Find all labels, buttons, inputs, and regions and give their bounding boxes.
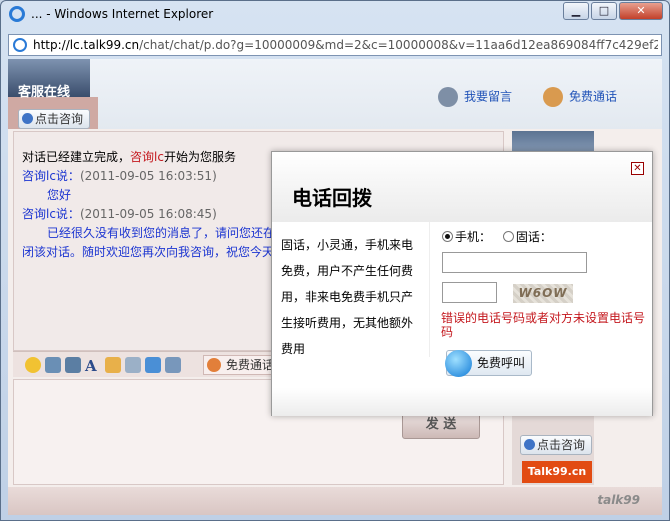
footer-brand: talk99 [597,493,640,507]
captcha-field[interactable] [442,282,497,303]
window-title: ... - Windows Internet Explorer [31,7,214,21]
minimize-button[interactable]: ▁ [563,2,589,20]
radio-mobile[interactable]: 手机： [442,230,491,244]
leave-message-link[interactable]: 我要留言 [438,87,512,107]
address-bar[interactable]: http://lc.talk99.cn/chat/chat/p.do?g=100… [8,34,662,56]
phone-icon [543,87,563,107]
message-icon [438,87,458,107]
phone-number-field[interactable] [442,252,587,273]
ie-logo-icon [9,6,25,22]
toolbar-free-call-button[interactable]: 免费通话 [203,355,280,375]
radio-landline[interactable]: 固话： [502,230,552,244]
thumbs-up-icon[interactable] [105,357,121,373]
callback-dialog: 电话回拨 ✕ 固话，小灵通，手机来电免费，用户不产生任何费用，非来电免费手机只产… [271,151,653,416]
close-icon[interactable]: ✕ [631,162,644,175]
phone-type-group: 手机： 固话： [442,228,552,245]
address-url[interactable]: http://lc.talk99.cn/chat/chat/p.do?g=100… [33,38,658,52]
dialog-description: 固话，小灵通，手机来电免费，用户不产生任何费用，非来电免费手机只产生接听费用，无… [281,238,414,356]
service-online-label: 客服在线 [18,85,71,100]
radio-landline-input[interactable] [502,231,514,242]
image-icon[interactable] [45,357,61,373]
consult-button-side[interactable]: 点击咨询 [520,435,592,455]
talk99-logo: Talk99.cn [522,461,592,483]
call-icon [445,350,472,377]
title-bar: ... - Windows Internet Explorer ▁ □ ✕ [1,1,669,29]
font-icon[interactable]: A [85,357,101,375]
browser-window: ... - Windows Internet Explorer ▁ □ ✕ ht… [0,0,670,521]
close-button[interactable]: ✕ [619,2,663,20]
screenshot-icon[interactable] [65,357,81,373]
save-icon[interactable] [125,357,141,373]
phone-icon [207,358,221,372]
page-icon [13,38,27,52]
consult-icon [22,113,33,124]
free-call-button[interactable]: 免费呼叫 [445,350,532,377]
sound-icon[interactable] [165,357,181,373]
consult-button[interactable]: 点击咨询 [18,109,90,129]
consult-icon [524,439,535,450]
error-message: 错误的电话号码或者对方未设置电话号码 [441,311,646,339]
dialog-title: 电话回拨 [292,186,372,210]
upload-icon[interactable] [145,357,161,373]
radio-mobile-input[interactable] [442,231,453,242]
header-band: 客服在线 点击咨询 我要留言 免费通话 [8,59,662,129]
maximize-button[interactable]: □ [591,2,617,20]
free-call-link[interactable]: 免费通话 [543,87,617,107]
footer: talk99 [8,487,662,515]
emoji-icon[interactable] [25,357,41,373]
captcha-image[interactable]: W6OW [513,284,573,303]
